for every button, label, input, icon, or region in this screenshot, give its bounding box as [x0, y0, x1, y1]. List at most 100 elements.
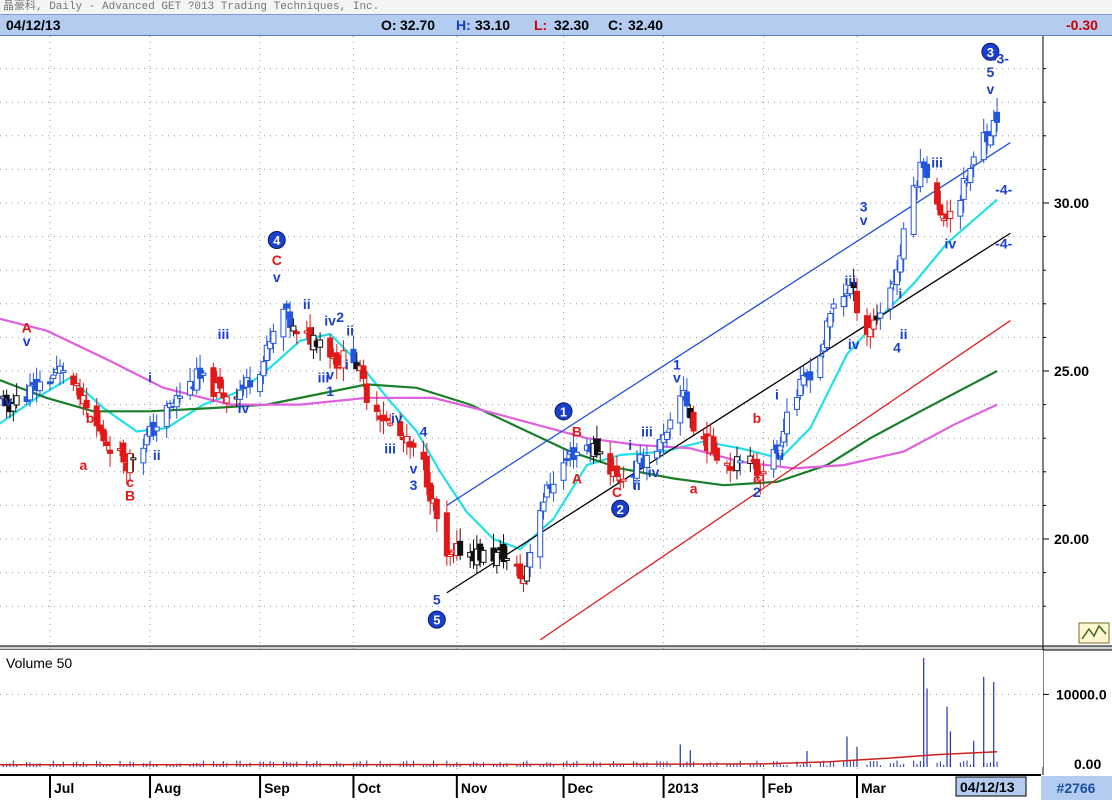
candle-body	[443, 512, 450, 557]
candle-body	[153, 426, 160, 432]
wave-label: iv	[945, 235, 957, 251]
wave-label: -4-	[995, 182, 1012, 198]
wave-label: ii	[303, 296, 311, 312]
time-axis-label: Aug	[154, 780, 181, 796]
candle-body	[937, 204, 944, 216]
wave-label: 2	[617, 502, 624, 517]
volume-tick-label: 10000.0	[1056, 686, 1107, 702]
time-axis-label: Oct	[357, 780, 381, 796]
wave-label: -3-	[992, 51, 1009, 67]
candle-body	[120, 442, 127, 463]
candle-body	[620, 478, 627, 482]
wave-label: v	[273, 269, 281, 285]
candle-body	[683, 391, 690, 407]
open-value: 32.70	[400, 17, 436, 33]
candle-body	[967, 168, 974, 183]
wave-label: iv	[648, 464, 660, 480]
wave-label: ii	[346, 323, 354, 339]
candle-body	[280, 308, 287, 338]
candle-body	[493, 551, 500, 567]
candle-body	[350, 348, 357, 364]
wave-label: i	[628, 437, 632, 453]
candle-body	[793, 396, 800, 410]
volume-tick-label: 0.00	[1074, 756, 1101, 772]
time-axis-label: Nov	[461, 780, 488, 796]
time-axis-label: Feb	[768, 780, 793, 796]
candle-body	[830, 303, 837, 309]
candle-body	[100, 428, 107, 442]
candle-body	[480, 549, 487, 563]
wave-label: 5	[433, 591, 441, 607]
wave-label: iii	[931, 155, 943, 171]
candle-body	[733, 456, 740, 472]
candle-body	[447, 553, 454, 557]
wave-label: v	[23, 333, 31, 349]
candle-body	[994, 111, 1001, 123]
candle-body	[26, 385, 33, 401]
candle-body	[563, 458, 570, 462]
wave-label: C	[272, 252, 282, 268]
candle-body	[293, 331, 300, 335]
wave-label: v	[673, 370, 681, 386]
candle-body	[523, 565, 530, 582]
candle-body	[130, 457, 137, 461]
high-label: H:	[456, 17, 471, 33]
candle-body	[934, 182, 941, 205]
current-date-label: 04/12/13	[960, 779, 1015, 795]
candle-body	[363, 383, 370, 403]
wave-label: iv	[1, 393, 13, 409]
ohlc-header: 04/12/13 O: 32.70 H: 33.10 L: 32.30 C: 3…	[0, 14, 1112, 36]
wave-label: 5	[433, 613, 440, 628]
candle-body	[840, 296, 847, 308]
candle-body	[260, 361, 267, 377]
window-title: 晶豪科, Daily - Advanced GET ?013 Trading T…	[0, 0, 1112, 14]
change-value: -0.30	[1066, 17, 1098, 33]
candle-body	[677, 395, 684, 424]
wave-label: iii	[384, 440, 396, 456]
wave-label: v	[860, 212, 868, 228]
candle-body	[540, 501, 547, 512]
candle-body	[13, 395, 20, 406]
volume-bars	[0, 650, 1043, 767]
candle-body	[653, 450, 660, 459]
candle-body	[73, 383, 80, 387]
candle-body	[663, 431, 670, 440]
candle-body	[427, 482, 434, 502]
wave-label: i	[345, 356, 349, 372]
candle-body	[910, 185, 917, 236]
candle-body	[50, 374, 57, 380]
open-label: O:	[381, 17, 397, 33]
low-label: L:	[534, 17, 548, 33]
wave-label: ii	[633, 477, 641, 493]
wave-label: v	[410, 460, 418, 476]
time-axis-label: Mar	[861, 780, 886, 796]
wave-label: ii	[776, 447, 784, 463]
candle-body	[667, 419, 674, 430]
wave-label: i	[775, 387, 779, 403]
wave-label: a	[690, 481, 698, 497]
candle-body	[140, 447, 147, 464]
candle-body	[900, 228, 907, 260]
candle-body	[527, 552, 534, 568]
wave-label: a	[79, 457, 87, 473]
volume-panel-title: Volume 50	[6, 655, 72, 671]
wave-label: iv	[238, 400, 250, 416]
candle-body	[877, 312, 884, 319]
wave-label: A	[572, 471, 582, 487]
candle-body	[93, 405, 100, 427]
candle-body	[817, 355, 824, 379]
wave-label: iv	[391, 410, 403, 426]
ticket-number: #2766	[1056, 780, 1096, 796]
candle-body	[827, 312, 834, 328]
candle-body	[383, 417, 390, 421]
price-chart: AvivbacBiiiiiiiv4Cviiiviii2iiiv1iviii4v3…	[0, 36, 1112, 800]
candle-body	[410, 442, 417, 448]
candle-body	[517, 563, 524, 579]
candle-body	[573, 451, 580, 457]
candle-body	[237, 389, 244, 400]
wave-label: 1	[560, 404, 567, 419]
wave-label: 3	[410, 477, 418, 493]
candle-body	[947, 210, 954, 219]
wave-label: iii	[641, 423, 653, 439]
wave-label: b	[753, 410, 762, 426]
